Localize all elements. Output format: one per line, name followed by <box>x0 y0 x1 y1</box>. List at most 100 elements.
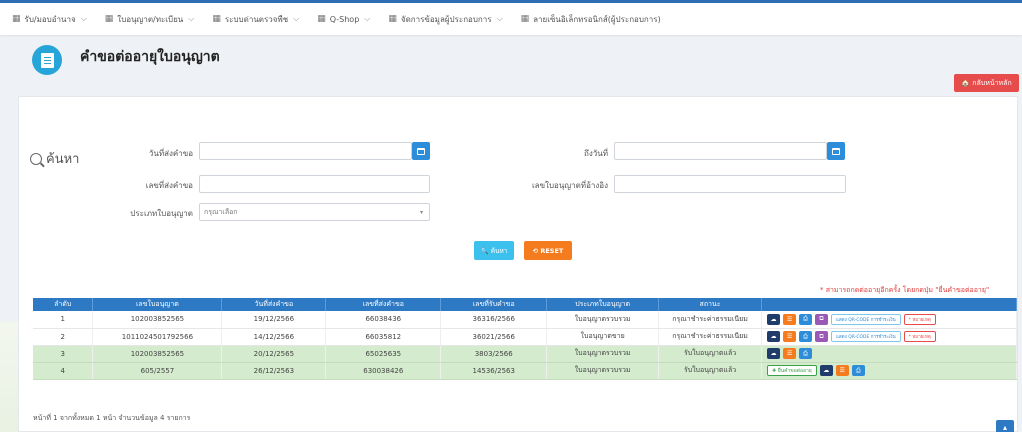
reset-button[interactable]: ⟲ RESET <box>524 241 572 260</box>
cell-request-no: 630038426 <box>325 362 442 380</box>
grid-icon: ▦ <box>520 14 530 24</box>
back-home-button[interactable]: 🏠 กลับหน้าหลัก <box>954 74 1019 92</box>
cell-request-no: 66035812 <box>325 328 442 346</box>
print-icon[interactable]: ⎙ <box>799 313 813 325</box>
submit-date-label: วันที่ส่งคำขอ <box>148 149 193 158</box>
show-qr-payment-button[interactable]: แสดง QR-CODE การชำระเงิน <box>831 313 901 325</box>
page-title: คำขอต่ออายุใบอนุญาต <box>80 49 220 65</box>
list-icon[interactable]: ☰ <box>835 365 849 376</box>
grid-icon: ▦ <box>12 14 21 24</box>
search-icon <box>30 152 42 165</box>
print-icon[interactable]: ⎙ <box>799 331 813 342</box>
table-header-row: ลำดับ เลขใบอนุญาต วันที่ส่งคำขอ เลขที่ส่… <box>33 298 1017 311</box>
list-icon[interactable]: ☰ <box>783 331 797 342</box>
grid-icon: ▦ <box>212 14 221 24</box>
side-decoration <box>0 322 18 432</box>
cell-type: ใบอนุญาตขาย <box>546 328 660 346</box>
cell-license: 102003852565 <box>92 311 223 329</box>
grid-icon: ▦ <box>388 14 397 24</box>
license-type-label: ประเภทใบอนุญาต <box>130 209 193 218</box>
cell-request-no: 66038436 <box>325 311 442 329</box>
cell-received-no: 14536/2563 <box>440 362 548 380</box>
cell-type: ใบอนุญาตรวบรวม <box>546 311 660 329</box>
renew-note: * สามารถกดต่ออายุอีกครั้ง โดยกดปุ่ม "ยื่… <box>820 286 990 294</box>
cell-type: ใบอนุญาตรวบรวม <box>546 345 660 363</box>
arrow-up-icon: ▴ <box>1002 422 1007 432</box>
to-date-label: ถึงวันที่ <box>584 149 608 158</box>
col-header-request-no: เลขที่ส่งคำขอ <box>325 298 442 311</box>
remark-button[interactable]: * หมายเหตุ <box>903 313 936 325</box>
cloud-download-icon[interactable]: ☁ <box>819 365 833 376</box>
nav-item-license[interactable]: ▦ ใบอนุญาต/ทะเบียน ⌵ <box>105 13 195 26</box>
grid-icon: ▦ <box>317 14 326 24</box>
cell-license: 605/2557 <box>92 362 223 380</box>
nav-item-esignature[interactable]: ▦ ลายเซ็นอิเล็กทรอนิกส์(ผู้ประกอบการ) <box>521 13 661 26</box>
print-icon[interactable]: ⎙ <box>799 348 813 359</box>
chevron-down-icon: ⌵ <box>293 14 300 23</box>
col-header-no: ลำดับ <box>33 298 94 311</box>
cell-no: 2 <box>33 328 94 346</box>
cell-actions: ☁ ☰ ⎙ <box>761 345 1017 363</box>
renew-request-button[interactable]: ✚ ยื่นคำขอต่ออายุ <box>767 365 817 376</box>
nav-item-checkpoint[interactable]: ▦ ระบบด่านตรวจพืช ⌵ <box>212 13 299 26</box>
request-no-input[interactable] <box>199 175 430 193</box>
chevron-down-icon: ⌵ <box>364 14 371 23</box>
cell-status: กรุณาชำระค่าธรรมเนียม <box>658 311 763 329</box>
to-date-input[interactable] <box>614 142 827 160</box>
scroll-top-button[interactable]: ▴ <box>996 420 1014 432</box>
search-button[interactable]: 🔍 ค้นหา <box>474 241 514 260</box>
copy-icon[interactable]: ⧉ <box>815 331 829 342</box>
table-row: 1 102003852565 19/12/2566 66038436 36316… <box>33 311 1017 329</box>
grid-icon: ▦ <box>104 14 114 24</box>
list-icon[interactable]: ☰ <box>783 313 797 325</box>
cell-date: 14/12/2566 <box>221 328 327 346</box>
nav-item-operator[interactable]: ▦ จัดการข้อมูลผู้ประกอบการ ⌵ <box>388 13 502 26</box>
cell-received-no: 3803/2566 <box>440 345 548 363</box>
chevron-down-icon: ⌵ <box>188 14 195 23</box>
col-header-type: ประเภทใบอนุญาต <box>546 298 660 311</box>
show-qr-payment-button[interactable]: แสดง QR-CODE การชำระเงิน <box>831 331 901 342</box>
cell-received-no: 36021/2566 <box>440 328 548 346</box>
cell-received-no: 36316/2566 <box>440 311 548 329</box>
cell-request-no: 65025635 <box>325 345 442 363</box>
cloud-download-icon[interactable]: ☁ <box>767 313 781 325</box>
calendar-icon[interactable] <box>827 142 845 160</box>
cell-type: ใบอนุญาตรวบรวม <box>546 362 660 380</box>
copy-icon[interactable]: ⧉ <box>815 313 829 325</box>
search-heading: ค้นหา <box>30 148 79 169</box>
list-icon[interactable]: ☰ <box>783 348 797 359</box>
col-header-received-no: เลขที่รับคำขอ <box>440 298 548 311</box>
cell-license: 102003852565 <box>92 345 223 363</box>
col-header-date: วันที่ส่งคำขอ <box>221 298 327 311</box>
cell-no: 4 <box>33 362 94 380</box>
cell-actions: ✚ ยื่นคำขอต่ออายุ ☁ ☰ ⎙ <box>761 362 1017 380</box>
submit-date-input[interactable] <box>199 142 412 160</box>
remark-button[interactable]: * หมายเหตุ <box>903 331 936 342</box>
cell-date: 26/12/2563 <box>221 362 327 380</box>
cell-actions: ☁ ☰ ⎙ ⧉ แสดง QR-CODE การชำระเงิน * หมายเ… <box>761 328 1017 346</box>
chevron-down-icon: ⌵ <box>80 14 87 23</box>
col-header-actions <box>761 298 1017 311</box>
document-edit-icon <box>32 45 62 75</box>
cloud-download-icon[interactable]: ☁ <box>767 331 781 342</box>
request-no-label: เลขที่ส่งคำขอ <box>145 181 193 190</box>
nav-item-delegation[interactable]: ▦ รับ/มอบอำนาจ ⌵ <box>12 13 87 26</box>
col-header-status: สถานะ <box>658 298 763 311</box>
nav-item-qshop[interactable]: ▦ Q-Shop ⌵ <box>317 14 370 24</box>
cell-status: รับใบอนุญาตแล้ว <box>658 362 763 380</box>
cell-license: 1011024501792566 <box>92 328 223 346</box>
ref-license-input[interactable] <box>614 175 846 193</box>
license-type-select[interactable]: กรุณาเลือก ▾ <box>199 203 430 221</box>
cell-status: กรุณาชำระค่าธรรมเนียม <box>658 328 763 346</box>
print-icon[interactable]: ⎙ <box>851 365 865 376</box>
cell-status: รับใบอนุญาตแล้ว <box>658 345 763 363</box>
top-nav: ▦ รับ/มอบอำนาจ ⌵ ▦ ใบอนุญาต/ทะเบียน ⌵ ▦ ระบบด… <box>0 0 1022 35</box>
cloud-download-icon[interactable]: ☁ <box>767 348 781 359</box>
request-table: ลำดับ เลขใบอนุญาต วันที่ส่งคำขอ เลขที่ส่… <box>33 298 1017 380</box>
table-row: 3 102003852565 20/12/2565 65025635 3803/… <box>33 345 1017 363</box>
calendar-icon[interactable] <box>412 142 430 160</box>
cell-no: 1 <box>33 311 94 329</box>
chevron-down-icon: ⌵ <box>496 14 503 23</box>
table-row: 4 605/2557 26/12/2563 630038426 14536/25… <box>33 362 1017 380</box>
cell-date: 19/12/2566 <box>221 311 327 329</box>
